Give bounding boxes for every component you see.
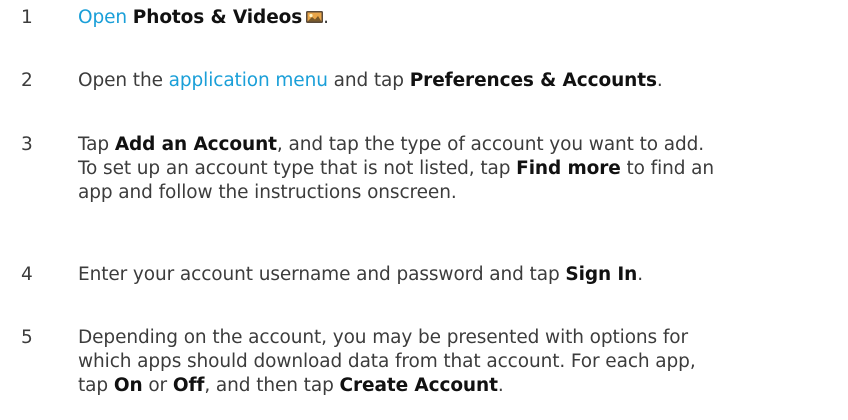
step-text-mid: and tap bbox=[333, 70, 404, 91]
find-more-label: Find more bbox=[516, 158, 621, 179]
step-tail: . bbox=[637, 264, 644, 285]
step-line: tap On or Off, and then tap Create Accou… bbox=[78, 374, 778, 398]
step-tail: . bbox=[497, 375, 504, 396]
on-label: On bbox=[113, 375, 143, 396]
step-number: 5 bbox=[21, 327, 33, 348]
preferences-accounts-label: Preferences & Accounts bbox=[409, 70, 657, 91]
step-number: 4 bbox=[21, 264, 33, 285]
step-text-pre: tap bbox=[78, 375, 109, 396]
step-line: Tap Add an Account, and tap the type of … bbox=[78, 133, 778, 157]
off-label: Off bbox=[172, 375, 205, 396]
step-text-mid: , and then tap bbox=[204, 375, 334, 396]
step-text-pre: To set up an account type that is not li… bbox=[78, 158, 511, 179]
step-line: To set up an account type that is not li… bbox=[78, 157, 778, 181]
step-line: which apps should download data from tha… bbox=[78, 351, 696, 372]
step-text: Enter your account username and password… bbox=[78, 263, 778, 287]
step-text-pre: Enter your account username and password… bbox=[78, 264, 560, 285]
step-text: Open Photos & Videos. bbox=[78, 6, 778, 30]
photos-videos-icon bbox=[306, 7, 324, 23]
app-name-photos-videos: Photos & Videos bbox=[132, 7, 303, 28]
step-number: 3 bbox=[21, 134, 33, 155]
step-text-rest: to find an bbox=[626, 158, 715, 179]
step-text-pre: Tap bbox=[78, 134, 110, 155]
create-account-label: Create Account bbox=[339, 375, 498, 396]
application-menu-link[interactable]: application menu bbox=[169, 70, 328, 91]
sign-in-label: Sign In bbox=[565, 264, 638, 285]
step-line: app and follow the instructions onscreen… bbox=[78, 182, 457, 203]
step-text: Depending on the account, you may be pre… bbox=[78, 326, 778, 398]
step-text: Tap Add an Account, and tap the type of … bbox=[78, 133, 778, 205]
add-an-account-label: Add an Account bbox=[114, 134, 277, 155]
step-number: 2 bbox=[21, 70, 33, 91]
step-text-rest: , and tap the type of account you want t… bbox=[276, 134, 705, 155]
open-link[interactable]: Open bbox=[78, 7, 127, 28]
step-number: 1 bbox=[21, 7, 33, 28]
step-line: Depending on the account, you may be pre… bbox=[78, 327, 689, 348]
step-tail: . bbox=[323, 7, 329, 28]
step-text-or: or bbox=[148, 375, 168, 396]
step-text-pre: Open the bbox=[78, 70, 163, 91]
step-tail: . bbox=[656, 70, 663, 91]
step-text: Open the application menu and tap Prefer… bbox=[78, 69, 778, 93]
